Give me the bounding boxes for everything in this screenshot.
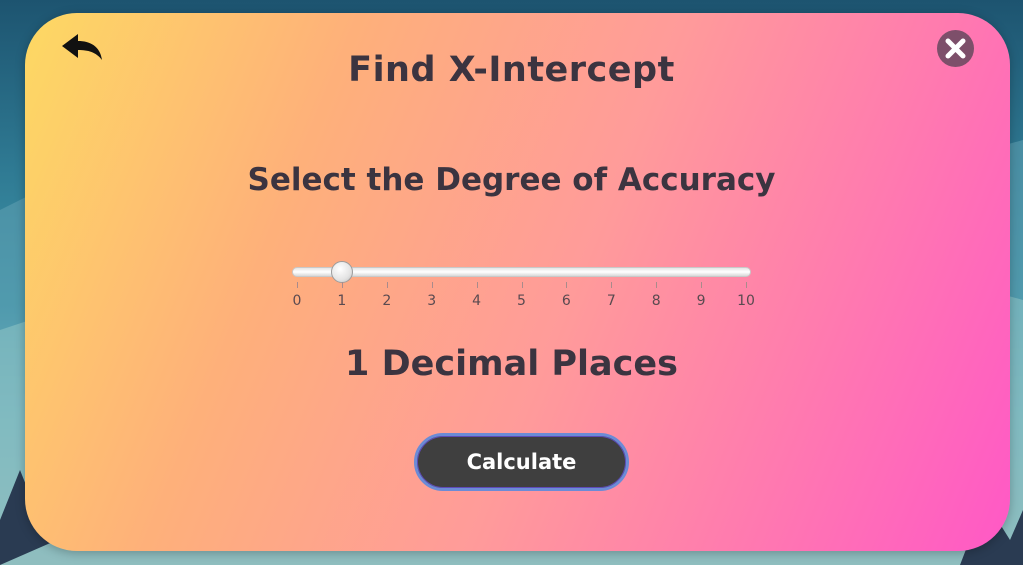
slider-tick-label: 3 xyxy=(427,293,437,309)
slider-tick xyxy=(611,282,613,288)
slider-tick xyxy=(431,282,433,288)
accuracy-slider[interactable]: 0 1 2 3 4 5 6 7 8 9 10 xyxy=(292,261,755,312)
slider-tick-label: 5 xyxy=(517,293,526,309)
slider-tick-label: 1 xyxy=(337,293,347,309)
slider-tick xyxy=(297,282,298,288)
slider-tick-label: 6 xyxy=(561,293,571,309)
slider-tick xyxy=(701,282,703,288)
slider-tick xyxy=(341,282,343,288)
page-title: Find X-Intercept xyxy=(348,50,675,90)
slider-tick xyxy=(476,282,478,288)
accuracy-heading: Select the Degree of Accuracy xyxy=(247,162,776,198)
slider-tick-label: 7 xyxy=(606,293,616,309)
calculate-button[interactable]: Calculate xyxy=(414,433,629,491)
slider-tick xyxy=(656,282,658,288)
slider-tick xyxy=(386,282,388,288)
slider-tick xyxy=(521,282,523,288)
slider-tick xyxy=(746,282,747,288)
slider-tick-label: 4 xyxy=(472,293,482,309)
slider-tick-label: 8 xyxy=(651,293,661,309)
slider-tick-label: 10 xyxy=(737,293,755,309)
slider-tick xyxy=(566,282,568,288)
slider-tick-label: 9 xyxy=(696,293,706,309)
slider-track[interactable] xyxy=(292,267,751,277)
slider-thumb[interactable] xyxy=(330,261,353,283)
decimal-places-value: 1 Decimal Places xyxy=(345,344,678,384)
slider-tick-label: 0 xyxy=(292,293,302,309)
slider-tick-label: 2 xyxy=(382,293,392,309)
